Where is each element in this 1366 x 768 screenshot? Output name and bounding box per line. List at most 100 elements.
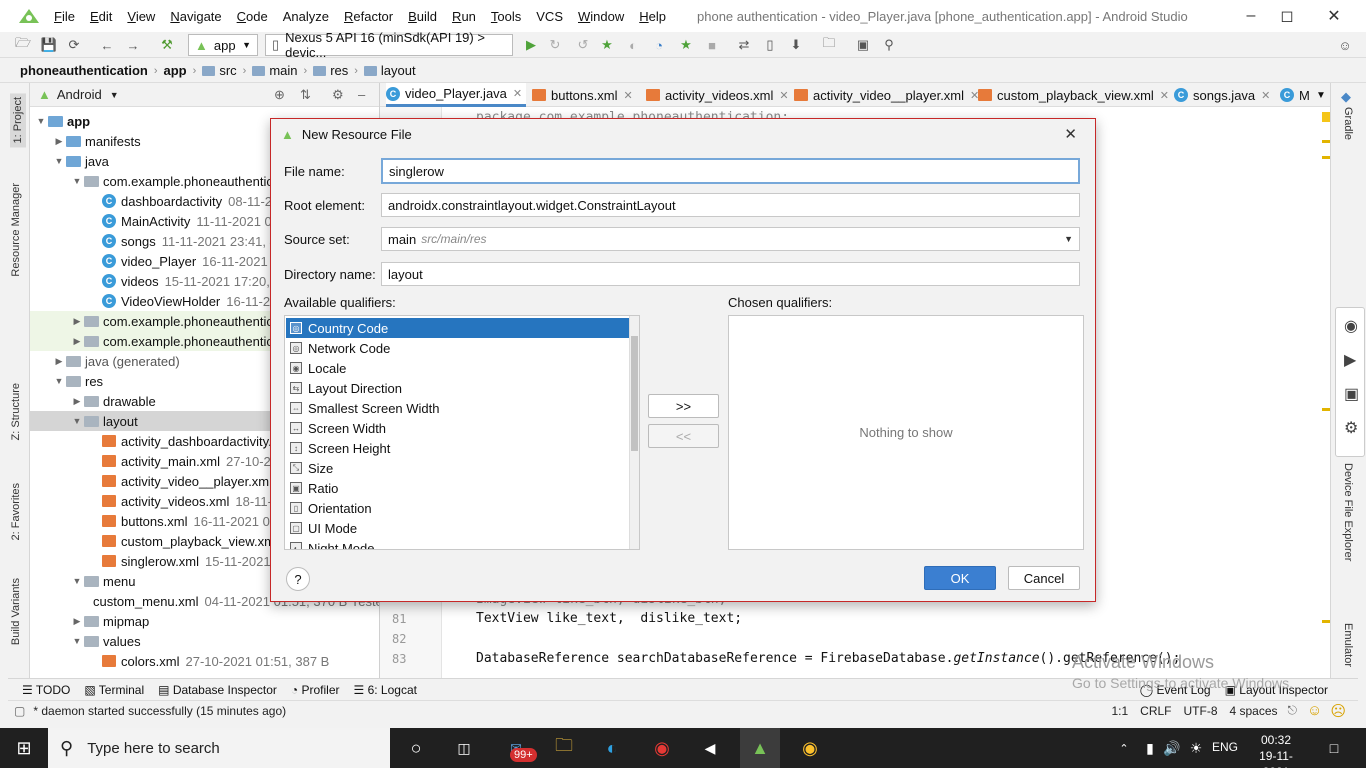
project-structure-icon[interactable]: 🗀 — [820, 35, 838, 54]
expand-arrow-down-icon[interactable]: ▼ — [70, 416, 84, 426]
menu-help[interactable]: Help — [639, 9, 666, 24]
open-folder-icon[interactable]: 🗁 — [14, 35, 32, 54]
sync-icon[interactable]: ⟳ — [65, 36, 83, 54]
device-select[interactable]: ▯ Nexus 5 API 16 (minSdk(API 19) > devic… — [265, 30, 513, 60]
vscode-icon[interactable]: ◀ — [698, 736, 722, 760]
settings-gear-icon[interactable]: ⚙ — [1344, 418, 1358, 438]
tree-item[interactable]: colors.xml 27-10-2021 01:51, 387 B — [30, 651, 379, 671]
breadcrumb-item[interactable]: src — [219, 63, 236, 78]
lock-icon[interactable]: ⎋ — [1288, 703, 1298, 718]
maximize-button[interactable]: ◻ — [1264, 0, 1310, 32]
layout-inspector-icon[interactable]: ▣ — [854, 36, 872, 54]
run-icon[interactable]: ▶ — [522, 36, 540, 54]
available-qualifiers-list[interactable]: ◎ Country Code ◎ Network Code ◉ Locale ⇆ Layout… — [284, 315, 640, 550]
expand-arrow-right-icon[interactable]: ▶ — [70, 396, 84, 407]
menu-file[interactable]: File — [54, 9, 75, 24]
tab-build-variants[interactable]: Build Variants — [10, 578, 22, 645]
image-icon[interactable]: ▣ — [1344, 384, 1359, 404]
tab-resource-manager[interactable]: Resource Manager — [10, 183, 22, 277]
apply-changes-icon[interactable]: ↺ — [574, 36, 592, 54]
hide-panel-icon[interactable]: – — [358, 87, 365, 102]
menu-build[interactable]: Build — [408, 9, 437, 24]
tab-profiler[interactable]: ◔ Profiler — [291, 683, 340, 697]
attach-debugger-icon[interactable]: ★ — [677, 36, 695, 54]
menu-window[interactable]: Window — [578, 9, 624, 24]
breadcrumb-item[interactable]: layout — [381, 63, 416, 78]
editor-tab[interactable]: Cvideo_Player.java ✕ — [386, 83, 527, 107]
menu-edit[interactable]: Edit — [90, 9, 112, 24]
close-window-button[interactable]: ✕ — [1311, 0, 1357, 32]
close-icon[interactable]: ✕ — [1064, 125, 1077, 143]
sync-gradle-icon[interactable]: ⇄ — [735, 36, 753, 54]
warning-marker[interactable] — [1322, 112, 1330, 122]
collapse-all-icon[interactable]: ⇅ — [300, 87, 311, 103]
expand-arrow-down-icon[interactable]: ▼ — [70, 176, 84, 186]
qualifiers-scrollbar[interactable] — [629, 316, 639, 549]
tab-favorites[interactable]: 2: Favorites — [10, 483, 22, 540]
qualifier-item[interactable]: ⇔ Smallest Screen Width — [286, 398, 626, 418]
close-tab-icon[interactable]: ✕ — [1261, 89, 1270, 102]
menu-run[interactable]: Run — [452, 9, 476, 24]
breadcrumb-item[interactable]: res — [330, 63, 348, 78]
editor-tab[interactable]: buttons.xml ✕ — [532, 83, 637, 107]
editor-tab[interactable]: Csongs.java ✕ — [1174, 83, 1274, 107]
close-tab-icon[interactable]: ✕ — [623, 89, 632, 102]
menu-navigate[interactable]: Navigate — [170, 9, 221, 24]
close-tab-icon[interactable]: ✕ — [779, 89, 788, 102]
back-icon[interactable]: ← — [98, 36, 116, 54]
notification-icon[interactable]: □ — [1322, 736, 1346, 760]
battery-icon[interactable]: ▮ — [1138, 736, 1162, 760]
expand-arrow-right-icon[interactable]: ▶ — [70, 616, 84, 627]
warning-stripe[interactable] — [1322, 620, 1330, 623]
chevron-down-icon[interactable]: ▼ — [110, 90, 119, 100]
run-config-select[interactable]: ▲ app ▼ — [188, 34, 258, 56]
qualifier-item[interactable]: ▢ UI Mode — [286, 518, 626, 538]
stop-icon[interactable]: ■ — [703, 36, 721, 54]
breadcrumb-item[interactable]: app — [164, 63, 187, 78]
qualifier-item[interactable]: ◎ Country Code — [286, 318, 638, 338]
locate-icon[interactable]: ⊕ — [274, 87, 285, 103]
show-hidden-icons-chevron[interactable]: ⌃ — [1112, 736, 1136, 760]
tab-gradle[interactable]: Gradle — [1342, 107, 1354, 140]
expand-arrow-down-icon[interactable]: ▼ — [52, 156, 66, 166]
forward-icon[interactable]: → — [124, 36, 142, 54]
user-avatar-icon[interactable]: ☺ — [1336, 36, 1354, 54]
coverage-icon[interactable]: ◔ — [650, 36, 668, 54]
tab-device-file-explorer[interactable]: Device File Explorer — [1342, 463, 1354, 561]
breadcrumb-item[interactable]: main — [269, 63, 297, 78]
qualifier-item[interactable]: ▣ Ratio — [286, 478, 626, 498]
qualifier-item[interactable]: ▯ Orientation — [286, 498, 626, 518]
task-view-icon[interactable]: ◫ — [452, 736, 476, 760]
menu-analyze[interactable]: Analyze — [283, 9, 329, 24]
windows-start-icon[interactable]: ⊞ — [12, 736, 36, 760]
qualifier-item[interactable]: ⇆ Layout Direction — [286, 378, 626, 398]
rerun-icon[interactable]: ↻ — [546, 36, 564, 54]
tab-terminal[interactable]: ▧ Terminal — [84, 683, 144, 697]
profile-icon[interactable]: ◐ — [624, 36, 642, 54]
tab-todo[interactable]: ☰ TODO — [22, 683, 70, 697]
wifi-icon[interactable]: ☀ — [1184, 736, 1208, 760]
chrome-icon[interactable]: ◉ — [798, 736, 822, 760]
editor-tab[interactable]: CM — [1280, 83, 1314, 107]
hammer-icon[interactable]: ⚒ — [158, 36, 176, 54]
tab-emulator[interactable]: Emulator — [1342, 623, 1354, 667]
editor-tab[interactable]: custom_playback_view.xml ✕ — [978, 83, 1173, 107]
expand-arrow-down-icon[interactable]: ▼ — [70, 576, 84, 586]
add-qualifier-button[interactable]: >> — [648, 394, 719, 418]
debug-icon[interactable]: ★ — [598, 36, 616, 54]
menu-tools[interactable]: Tools — [491, 9, 521, 24]
cortana-icon[interactable]: ○ — [404, 736, 428, 760]
chosen-qualifiers-list[interactable]: Nothing to show — [728, 315, 1084, 550]
smile-icon[interactable]: ☺ — [1307, 702, 1322, 719]
tab-logcat[interactable]: ☰ 6: Logcat — [354, 683, 417, 697]
android-studio-task-icon[interactable]: ▲ — [748, 736, 772, 760]
expand-arrow-down-icon[interactable]: ▼ — [34, 116, 48, 126]
warning-stripe[interactable] — [1322, 140, 1330, 143]
qualifier-item[interactable]: ◉ Locale — [286, 358, 626, 378]
expand-arrow-right-icon[interactable]: ▶ — [52, 356, 66, 367]
search-icon[interactable]: ⚲ — [880, 36, 898, 54]
file-explorer-icon[interactable]: 🗀 — [552, 735, 576, 760]
expand-arrow-right-icon[interactable]: ▶ — [70, 316, 84, 327]
video-icon[interactable]: ▶ — [1344, 350, 1356, 370]
file-encoding[interactable]: UTF-8 — [1184, 704, 1218, 718]
